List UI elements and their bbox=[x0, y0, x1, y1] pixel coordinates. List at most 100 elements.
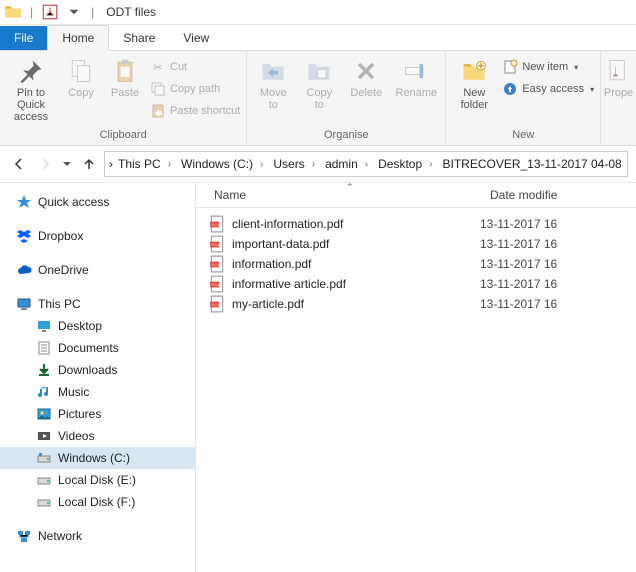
breadcrumb-segment[interactable]: Users › bbox=[268, 157, 320, 171]
sidebar-c-drive[interactable]: Windows (C:) bbox=[0, 447, 195, 469]
delete-button[interactable]: Delete bbox=[345, 53, 387, 99]
easy-access-icon bbox=[502, 81, 518, 97]
file-date: 13-11-2017 16 bbox=[480, 257, 557, 271]
videos-icon bbox=[36, 428, 52, 444]
label: This PC bbox=[38, 297, 81, 311]
sidebar-videos[interactable]: Videos bbox=[0, 425, 195, 447]
tab-file[interactable]: File bbox=[0, 26, 47, 50]
copy-to-button[interactable]: Copy to bbox=[299, 53, 339, 111]
sidebar-pictures[interactable]: Pictures bbox=[0, 403, 195, 425]
cut-button[interactable]: ✂ Cut bbox=[150, 57, 240, 77]
back-button[interactable] bbox=[8, 153, 30, 175]
chevron-right-icon[interactable]: › bbox=[260, 159, 263, 170]
file-row[interactable]: PDFinformative article.pdf13-11-2017 16 bbox=[196, 274, 636, 294]
label: Pictures bbox=[58, 407, 101, 421]
label: Desktop bbox=[58, 319, 102, 333]
sidebar-onedrive[interactable]: OneDrive bbox=[0, 259, 195, 281]
label: Cut bbox=[170, 61, 187, 73]
file-row[interactable]: PDFmy-article.pdf13-11-2017 16 bbox=[196, 294, 636, 314]
file-date: 13-11-2017 16 bbox=[480, 217, 557, 231]
pin-quick-access-button[interactable]: Pin to Quick access bbox=[6, 53, 56, 123]
label: Documents bbox=[58, 341, 119, 355]
documents-icon bbox=[36, 340, 52, 356]
group-label: Organise bbox=[324, 129, 369, 143]
file-row[interactable]: PDFinformation.pdf13-11-2017 16 bbox=[196, 254, 636, 274]
sidebar-music[interactable]: Music bbox=[0, 381, 195, 403]
easy-access-button[interactable]: Easy access ▾ bbox=[502, 79, 594, 99]
sidebar-e-drive[interactable]: Local Disk (E:) bbox=[0, 469, 195, 491]
label: Local Disk (F:) bbox=[58, 495, 135, 509]
label: Quick access bbox=[38, 195, 109, 209]
move-to-button[interactable]: Move to bbox=[253, 53, 293, 111]
column-name[interactable]: Name bbox=[196, 188, 484, 202]
breadcrumb-label: Desktop bbox=[378, 157, 422, 171]
breadcrumb-segment[interactable]: BITRECOVER_13-11-2017 04-08› bbox=[437, 157, 628, 171]
network-icon bbox=[16, 528, 32, 544]
title-bar: | | ODT files bbox=[0, 0, 636, 25]
pdf-icon: PDF bbox=[208, 236, 226, 252]
chevron-right-icon[interactable]: › bbox=[429, 159, 432, 170]
group-open: Prope bbox=[601, 51, 636, 145]
sidebar-downloads[interactable]: Downloads bbox=[0, 359, 195, 381]
properties-qat-icon[interactable] bbox=[41, 3, 59, 21]
sidebar-network[interactable]: Network bbox=[0, 525, 195, 547]
breadcrumb[interactable]: › This PC›Windows (C:)›Users›admin›Deskt… bbox=[104, 151, 628, 177]
properties-button[interactable]: Prope bbox=[601, 53, 636, 99]
forward-button[interactable] bbox=[34, 153, 56, 175]
label: Copy path bbox=[170, 83, 220, 95]
desktop-icon bbox=[36, 318, 52, 334]
file-row[interactable]: PDFclient-information.pdf13-11-2017 16 bbox=[196, 214, 636, 234]
sidebar-dropbox[interactable]: Dropbox bbox=[0, 225, 195, 247]
paste-button[interactable]: Paste bbox=[106, 53, 144, 99]
recent-dropdown[interactable] bbox=[60, 153, 74, 175]
breadcrumb-segment[interactable]: admin › bbox=[320, 157, 373, 171]
sort-indicator-icon: ⌃ bbox=[346, 183, 354, 193]
breadcrumb-label: admin bbox=[325, 157, 358, 171]
new-folder-button[interactable]: New folder bbox=[452, 53, 496, 111]
label: Network bbox=[38, 529, 82, 543]
sidebar-f-drive[interactable]: Local Disk (F:) bbox=[0, 491, 195, 513]
copy-button[interactable]: Copy bbox=[62, 53, 100, 99]
label: Rename bbox=[396, 87, 438, 99]
tab-home[interactable]: Home bbox=[47, 25, 109, 51]
group-clipboard: Pin to Quick access Copy Paste ✂ Cut Cop… bbox=[0, 51, 247, 145]
qat-dropdown-icon[interactable] bbox=[65, 3, 83, 21]
breadcrumb-segment[interactable]: Desktop › bbox=[373, 157, 437, 171]
label: Paste shortcut bbox=[170, 105, 240, 117]
file-name: information.pdf bbox=[232, 257, 480, 271]
chevron-right-icon[interactable]: › bbox=[168, 159, 171, 170]
copy-path-icon bbox=[150, 81, 166, 97]
rename-button[interactable]: Rename bbox=[393, 53, 439, 99]
sidebar-this-pc[interactable]: This PC bbox=[0, 293, 195, 315]
label: Windows (C:) bbox=[58, 451, 130, 465]
breadcrumb-segment[interactable]: This PC› bbox=[113, 157, 176, 171]
file-name: informative article.pdf bbox=[232, 277, 480, 291]
label: New item bbox=[522, 61, 568, 73]
sidebar-desktop[interactable]: Desktop bbox=[0, 315, 195, 337]
up-button[interactable] bbox=[78, 153, 100, 175]
file-name: my-article.pdf bbox=[232, 297, 480, 311]
file-date: 13-11-2017 16 bbox=[480, 237, 557, 251]
tab-share[interactable]: Share bbox=[109, 26, 169, 50]
column-date[interactable]: Date modifie bbox=[484, 188, 636, 202]
label: Paste bbox=[111, 87, 139, 99]
sidebar-documents[interactable]: Documents bbox=[0, 337, 195, 359]
group-label: New bbox=[512, 129, 534, 143]
address-bar-row: › This PC›Windows (C:)›Users›admin›Deskt… bbox=[0, 146, 636, 183]
copy-path-button[interactable]: Copy path bbox=[150, 79, 240, 99]
column-headers: ⌃ Name Date modifie bbox=[196, 183, 636, 208]
tab-view[interactable]: View bbox=[169, 26, 223, 50]
sidebar-quick-access[interactable]: Quick access bbox=[0, 191, 195, 213]
separator: | bbox=[91, 5, 94, 19]
chevron-right-icon[interactable]: › bbox=[365, 159, 368, 170]
breadcrumb-segment[interactable]: Windows (C:)› bbox=[176, 157, 268, 171]
label: Move to bbox=[260, 87, 287, 111]
ribbon-tabs: File Home Share View bbox=[0, 25, 636, 51]
chevron-right-icon[interactable]: › bbox=[312, 159, 315, 170]
label: Music bbox=[58, 385, 89, 399]
group-organise: Move to Copy to Delete Rename Organise bbox=[247, 51, 446, 145]
breadcrumb-label: Users bbox=[273, 157, 304, 171]
new-item-button[interactable]: New item ▾ bbox=[502, 57, 594, 77]
paste-shortcut-button[interactable]: Paste shortcut bbox=[150, 101, 240, 121]
file-row[interactable]: PDFimportant-data.pdf13-11-2017 16 bbox=[196, 234, 636, 254]
